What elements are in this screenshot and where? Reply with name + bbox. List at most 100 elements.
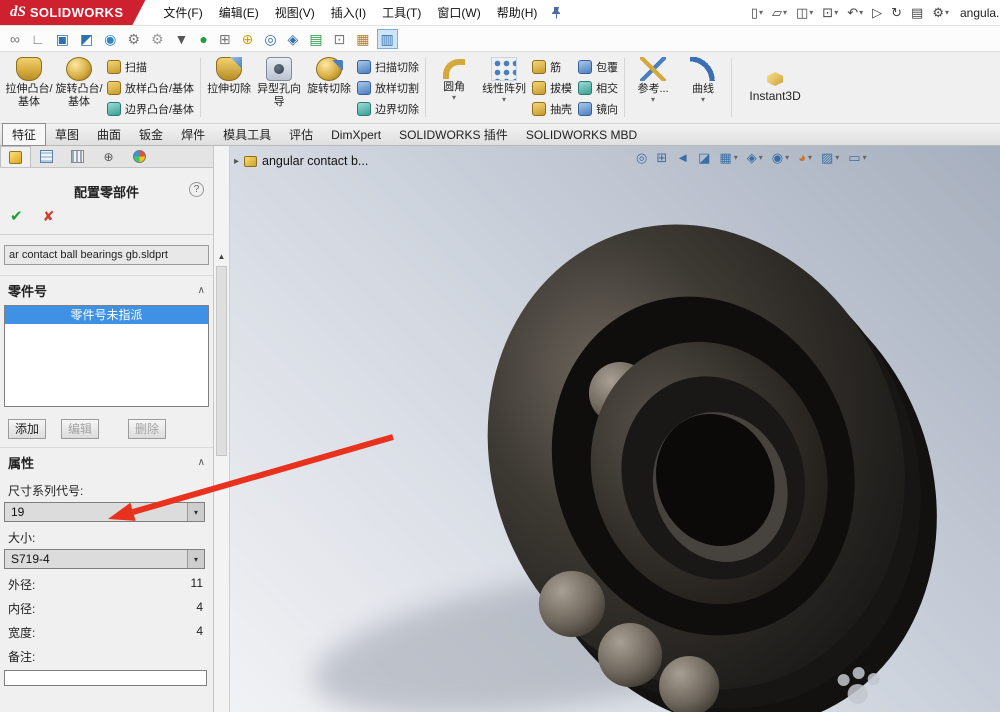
ribbon-draft-button[interactable]: 拔模 bbox=[532, 78, 572, 98]
menu-item-1[interactable]: 编辑(E) bbox=[211, 0, 267, 25]
part-number-section-header[interactable]: 零件号 ∧ bbox=[0, 275, 213, 303]
tab-sketch[interactable]: 草图 bbox=[46, 124, 88, 145]
appearances-tab[interactable] bbox=[124, 146, 155, 167]
ribbon-loft-boss-button[interactable]: 放样凸台/基体 bbox=[107, 78, 194, 98]
ribbon-fillet-button[interactable]: 圆角▾ bbox=[429, 54, 479, 121]
tab-surfaces[interactable]: 曲面 bbox=[88, 124, 130, 145]
open-button[interactable]: ▱▾ bbox=[769, 4, 790, 21]
ribbon-instant3d-button[interactable]: Instant3D bbox=[735, 54, 815, 121]
ribbon-shell-button[interactable]: 抽壳 bbox=[532, 99, 572, 119]
filter-icon[interactable]: ▼ bbox=[171, 29, 193, 49]
tab-evaluate[interactable]: 评估 bbox=[280, 124, 322, 145]
ribbon-cut-extrude-button[interactable]: 拉伸切除 bbox=[204, 54, 254, 121]
scrollbar-thumb[interactable] bbox=[216, 266, 227, 456]
new-document-button[interactable]: ▯▾ bbox=[748, 4, 766, 21]
chart-icon[interactable]: ▦ bbox=[352, 29, 373, 49]
status-green-icon[interactable]: ● bbox=[195, 29, 211, 49]
add-button[interactable]: 添加 bbox=[8, 419, 46, 439]
properties-section-header[interactable]: 属性 ∧ bbox=[0, 447, 213, 475]
chevron-up-icon[interactable]: ∧ bbox=[198, 457, 205, 468]
ribbon-cut-sweep-button[interactable]: 扫描切除 bbox=[357, 57, 419, 77]
search-doc-icon[interactable]: ◈ bbox=[284, 29, 303, 49]
print-button[interactable]: ⊡▾ bbox=[819, 4, 841, 21]
cancel-button[interactable]: ✘ bbox=[43, 209, 55, 224]
scroll-up-arrow-icon[interactable]: ▲ bbox=[215, 250, 228, 264]
chevron-up-icon[interactable]: ∧ bbox=[198, 285, 205, 296]
ribbon-boundary-boss-button[interactable]: 边界凸台/基体 bbox=[107, 99, 194, 119]
select-button[interactable]: ▷ bbox=[869, 4, 885, 21]
remark-input[interactable] bbox=[4, 670, 207, 686]
configurationmanager-tab[interactable] bbox=[31, 146, 62, 167]
collaborate-icon[interactable]: ◩ bbox=[76, 29, 97, 49]
ribbon-cut-revolve-button[interactable]: 旋转切除 bbox=[304, 54, 354, 121]
apply-scene-button[interactable]: ▨▾ bbox=[821, 151, 839, 164]
ok-button[interactable]: ✔ bbox=[10, 209, 23, 224]
zoom-fit-button[interactable]: ◎ bbox=[636, 151, 647, 164]
menu-item-5[interactable]: 窗口(W) bbox=[429, 0, 488, 25]
dimxpertmanager-tab[interactable] bbox=[62, 146, 93, 167]
displaymanager-tab[interactable]: ⊕ bbox=[93, 146, 124, 167]
print-preview-icon[interactable]: ⊡ bbox=[330, 29, 350, 49]
graphics-viewport[interactable]: ▸ angular contact b... ◎ ⊞ ◄ ◪ ▦▾ ◈▾ ◉▾ ◕▾ ▨▾ ▭▾ bbox=[230, 146, 1000, 712]
tab-features[interactable]: 特征 bbox=[2, 123, 46, 146]
ribbon-linear-pattern-button[interactable]: 线性阵列▾ bbox=[479, 54, 529, 121]
flyout-tree-arrow-icon[interactable]: ▸ bbox=[234, 156, 239, 167]
add-grid-icon[interactable]: ⊕ bbox=[238, 29, 258, 49]
save-button[interactable]: ◫▾ bbox=[793, 4, 816, 21]
panel-scrollbar[interactable]: ▲ bbox=[214, 146, 230, 712]
edit-appearance-button[interactable]: ◕▾ bbox=[798, 151, 812, 164]
monitor-icon[interactable]: ▣ bbox=[52, 29, 73, 49]
file-properties-button[interactable]: ▤ bbox=[908, 4, 926, 21]
dropdown-caret-icon[interactable]: ▾ bbox=[187, 503, 204, 521]
tab-weldments[interactable]: 焊件 bbox=[172, 124, 214, 145]
tab-solidworks-mbd[interactable]: SOLIDWORKS MBD bbox=[517, 126, 646, 144]
settings-b-icon[interactable]: ⚙ bbox=[147, 29, 168, 49]
ribbon-mirror-button[interactable]: 镜向 bbox=[578, 99, 618, 119]
sheet-green-icon[interactable]: ▤ bbox=[305, 29, 326, 49]
pin-icon[interactable] bbox=[551, 6, 562, 19]
component-filename-field[interactable]: ar contact ball bearings gb.sldprt bbox=[4, 245, 209, 265]
ribbon-hole-wizard-button[interactable]: 异型孔向导 bbox=[254, 54, 304, 121]
menu-item-2[interactable]: 视图(V) bbox=[267, 0, 323, 25]
ribbon-sweep-boss-button[interactable]: 扫描 bbox=[107, 57, 194, 77]
ribbon-curves-button[interactable]: 曲线▾ bbox=[678, 54, 728, 121]
ribbon-reference-geometry-button[interactable]: 参考...▾ bbox=[628, 54, 678, 121]
ribbon-boss-extrude-button[interactable]: 拉伸凸台/基体 bbox=[4, 54, 54, 121]
size-series-dropdown[interactable]: 19 ▾ bbox=[4, 502, 205, 522]
ribbon-cut-loft-button[interactable]: 放样切割 bbox=[357, 78, 419, 98]
settings-a-icon[interactable]: ⚙ bbox=[123, 29, 144, 49]
size-dropdown[interactable]: S719-4 ▾ bbox=[4, 549, 205, 569]
display-style-button[interactable]: ◈▾ bbox=[747, 151, 763, 164]
ribbon-wrap-button[interactable]: 包覆 bbox=[578, 57, 618, 77]
web-icon[interactable]: ◉ bbox=[100, 29, 120, 49]
measure-icon[interactable]: ⊞ bbox=[215, 29, 235, 49]
help-icon[interactable]: ? bbox=[189, 182, 204, 197]
link-icon[interactable]: ∞ bbox=[6, 29, 24, 49]
part-number-list[interactable]: 零件号未指派 bbox=[4, 305, 209, 407]
tab-dimxpert[interactable]: DimXpert bbox=[322, 126, 390, 144]
zoom-icon[interactable]: ◎ bbox=[260, 29, 280, 49]
tab-solidworks-add-ins[interactable]: SOLIDWORKS 插件 bbox=[390, 124, 517, 145]
view-orientation-button[interactable]: ▦▾ bbox=[719, 151, 737, 164]
dropdown-caret-icon[interactable]: ▾ bbox=[187, 550, 204, 568]
menu-item-6[interactable]: 帮助(H) bbox=[489, 0, 546, 25]
table-toggle-icon[interactable]: ▥ bbox=[377, 29, 398, 49]
hide-show-items-button[interactable]: ◉▾ bbox=[772, 151, 789, 164]
tab-mold-tools[interactable]: 模具工具 bbox=[214, 124, 280, 145]
view-settings-button[interactable]: ▭▾ bbox=[848, 151, 866, 164]
list-item-selected[interactable]: 零件号未指派 bbox=[5, 306, 208, 324]
ribbon-intersect-button[interactable]: 相交 bbox=[578, 78, 618, 98]
menu-item-0[interactable]: 文件(F) bbox=[155, 0, 210, 25]
previous-view-button[interactable]: ◄ bbox=[676, 151, 689, 164]
breadcrumb-text[interactable]: angular contact b... bbox=[262, 154, 368, 168]
menu-item-4[interactable]: 工具(T) bbox=[374, 0, 429, 25]
options-button[interactable]: ⚙▾ bbox=[929, 4, 952, 21]
ribbon-revolve-boss-button[interactable]: 旋转凸台/基体 bbox=[54, 54, 104, 121]
rebuild-button[interactable]: ↻ bbox=[888, 4, 905, 21]
section-view-button[interactable]: ◪ bbox=[698, 151, 710, 164]
zoom-area-button[interactable]: ⊞ bbox=[656, 151, 667, 164]
ruler-icon[interactable]: ∟ bbox=[27, 29, 49, 49]
tab-sheet-metal[interactable]: 钣金 bbox=[130, 124, 172, 145]
undo-button[interactable]: ↶▾ bbox=[844, 4, 866, 21]
ribbon-cut-boundary-button[interactable]: 边界切除 bbox=[357, 99, 419, 119]
